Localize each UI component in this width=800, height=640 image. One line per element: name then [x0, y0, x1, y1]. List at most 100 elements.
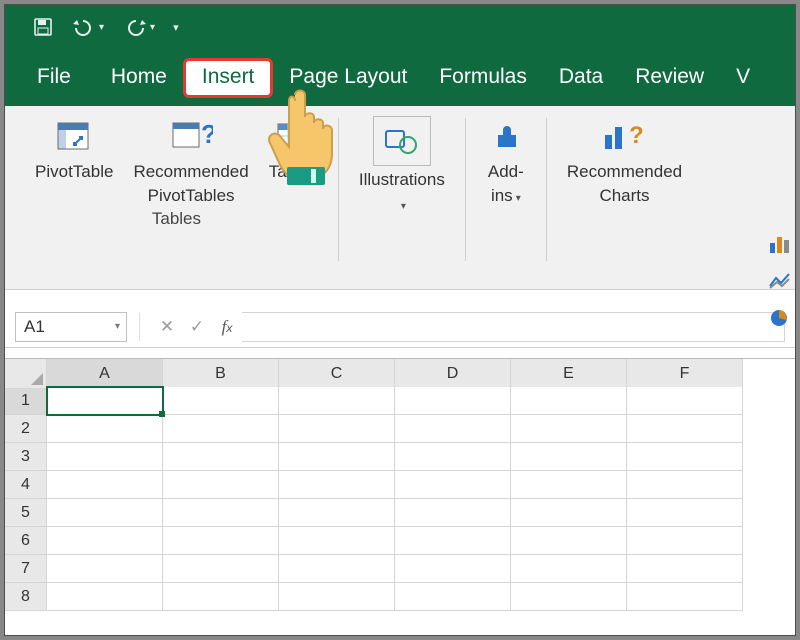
row-header-7[interactable]: 7: [5, 555, 47, 583]
row-header-4[interactable]: 4: [5, 471, 47, 499]
cell[interactable]: [47, 583, 163, 611]
cell[interactable]: [511, 443, 627, 471]
cell[interactable]: [279, 443, 395, 471]
addins-l2: ins: [491, 186, 521, 206]
cell[interactable]: [511, 499, 627, 527]
bar-chart-icon[interactable]: [769, 234, 791, 260]
cell[interactable]: [279, 415, 395, 443]
cell[interactable]: [627, 443, 743, 471]
customize-qat-icon[interactable]: ▾: [173, 21, 179, 34]
save-icon[interactable]: [33, 17, 53, 37]
ribbon-group-addins: Add- ins: [472, 112, 540, 289]
cell[interactable]: [47, 443, 163, 471]
row-header-3[interactable]: 3: [5, 443, 47, 471]
redo-icon[interactable]: ▾: [122, 18, 155, 36]
tab-formulas[interactable]: Formulas: [423, 58, 543, 98]
illustrations-button[interactable]: Illustrations: [353, 112, 451, 213]
tab-file[interactable]: File: [19, 58, 95, 98]
cell[interactable]: [511, 583, 627, 611]
cell[interactable]: [47, 471, 163, 499]
cell[interactable]: [395, 499, 511, 527]
cell[interactable]: [279, 499, 395, 527]
cell[interactable]: [627, 499, 743, 527]
cell-A2[interactable]: [47, 415, 163, 443]
cell[interactable]: [279, 555, 395, 583]
cell[interactable]: [627, 471, 743, 499]
formula-input[interactable]: [242, 312, 785, 342]
row-header-6[interactable]: 6: [5, 527, 47, 555]
cell[interactable]: [163, 443, 279, 471]
pointer-hand-icon: [265, 81, 361, 198]
ribbon: PivotTable ? Recommended PivotTables Tab…: [5, 106, 795, 290]
cell-D1[interactable]: [395, 387, 511, 415]
cell[interactable]: [279, 471, 395, 499]
cell[interactable]: [511, 471, 627, 499]
recommended-pivottables-button[interactable]: ? Recommended PivotTables: [127, 112, 254, 205]
pivottable-button[interactable]: PivotTable: [29, 112, 119, 205]
pie-chart-icon[interactable]: [769, 308, 791, 334]
col-header-F[interactable]: F: [627, 359, 743, 389]
cell-A1[interactable]: [47, 387, 163, 415]
row-header-8[interactable]: 8: [5, 583, 47, 611]
cell[interactable]: [627, 415, 743, 443]
col-header-E[interactable]: E: [511, 359, 627, 389]
tab-review[interactable]: Review: [619, 58, 720, 98]
cell[interactable]: [163, 583, 279, 611]
cell[interactable]: [395, 443, 511, 471]
cancel-icon[interactable]: ✕: [152, 317, 182, 337]
cell-B1[interactable]: [163, 387, 279, 415]
cell[interactable]: [163, 471, 279, 499]
select-all-corner[interactable]: [5, 359, 47, 389]
recommended-charts-button[interactable]: ? Recommended Charts: [561, 112, 688, 205]
undo-icon[interactable]: ▾: [71, 18, 104, 36]
reccharts-l1: Recommended: [567, 162, 682, 182]
cell[interactable]: [511, 415, 627, 443]
ribbon-group-charts: ? Recommended Charts: [553, 112, 696, 289]
cell[interactable]: [395, 471, 511, 499]
tab-insert[interactable]: Insert: [183, 58, 274, 98]
cell-F1[interactable]: [627, 387, 743, 415]
cell[interactable]: [511, 555, 627, 583]
tab-home[interactable]: Home: [95, 58, 183, 98]
name-box[interactable]: A1: [15, 312, 127, 342]
cell[interactable]: [163, 555, 279, 583]
recommended-pivottables-icon: ?: [169, 116, 213, 158]
cell[interactable]: [627, 527, 743, 555]
pivottable-label: PivotTable: [35, 162, 113, 182]
col-header-C[interactable]: C: [279, 359, 395, 389]
tab-data[interactable]: Data: [543, 58, 619, 98]
line-chart-icon[interactable]: [769, 272, 791, 296]
tab-view[interactable]: V: [720, 58, 766, 98]
cell[interactable]: [279, 527, 395, 555]
cell[interactable]: [47, 527, 163, 555]
cell[interactable]: [395, 583, 511, 611]
illustrations-label: Illustrations: [359, 170, 445, 190]
worksheet-grid[interactable]: A B C D E F 1 2 3 4 5 6 7 8: [5, 358, 795, 611]
cell-E1[interactable]: [511, 387, 627, 415]
enter-icon[interactable]: ✓: [182, 317, 212, 337]
cell[interactable]: [279, 583, 395, 611]
col-header-D[interactable]: D: [395, 359, 511, 389]
cell[interactable]: [163, 527, 279, 555]
cell[interactable]: [395, 555, 511, 583]
row-header-5[interactable]: 5: [5, 499, 47, 527]
addins-l1: Add-: [488, 162, 524, 182]
cell[interactable]: [627, 555, 743, 583]
cell[interactable]: [47, 499, 163, 527]
fx-icon[interactable]: fx: [212, 317, 242, 337]
chart-gallery-partial[interactable]: [769, 234, 791, 334]
row-header-1[interactable]: 1: [5, 387, 47, 415]
col-header-B[interactable]: B: [163, 359, 279, 389]
cell-C1[interactable]: [279, 387, 395, 415]
addins-button[interactable]: Add- ins: [480, 112, 532, 205]
cell[interactable]: [47, 555, 163, 583]
row-header-2[interactable]: 2: [5, 415, 47, 443]
cell[interactable]: [163, 499, 279, 527]
cell[interactable]: [395, 415, 511, 443]
cell[interactable]: [511, 527, 627, 555]
cell[interactable]: [163, 415, 279, 443]
cell[interactable]: [395, 527, 511, 555]
divider: [139, 313, 140, 341]
cell[interactable]: [627, 583, 743, 611]
col-header-A[interactable]: A: [47, 359, 163, 389]
